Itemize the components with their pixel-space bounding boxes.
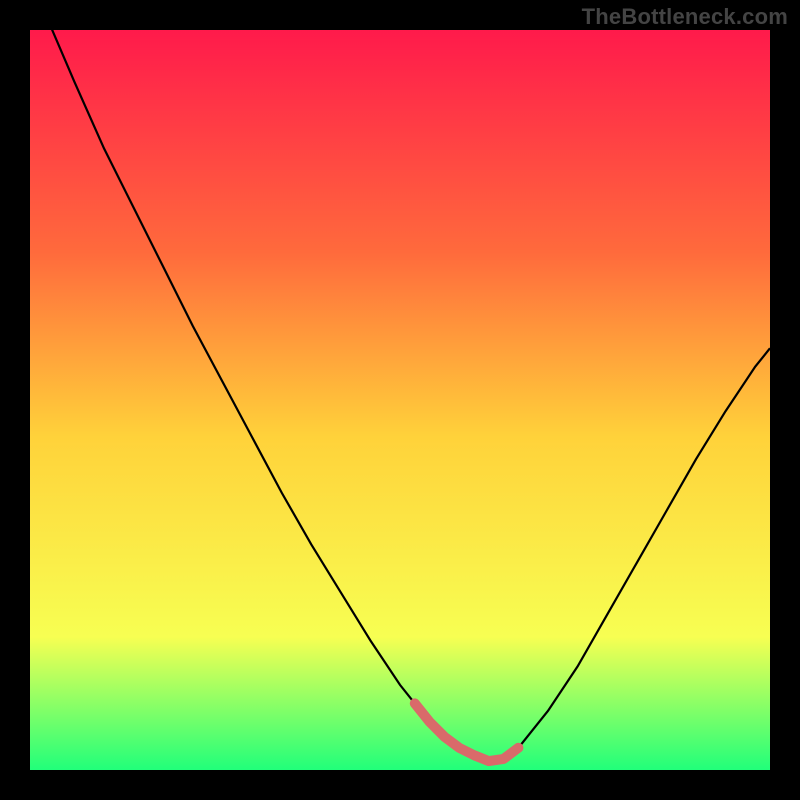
watermark-text: TheBottleneck.com — [582, 4, 788, 30]
bottleneck-chart — [30, 30, 770, 770]
plot-area — [30, 30, 770, 770]
gradient-background — [30, 30, 770, 770]
chart-frame: TheBottleneck.com — [0, 0, 800, 800]
